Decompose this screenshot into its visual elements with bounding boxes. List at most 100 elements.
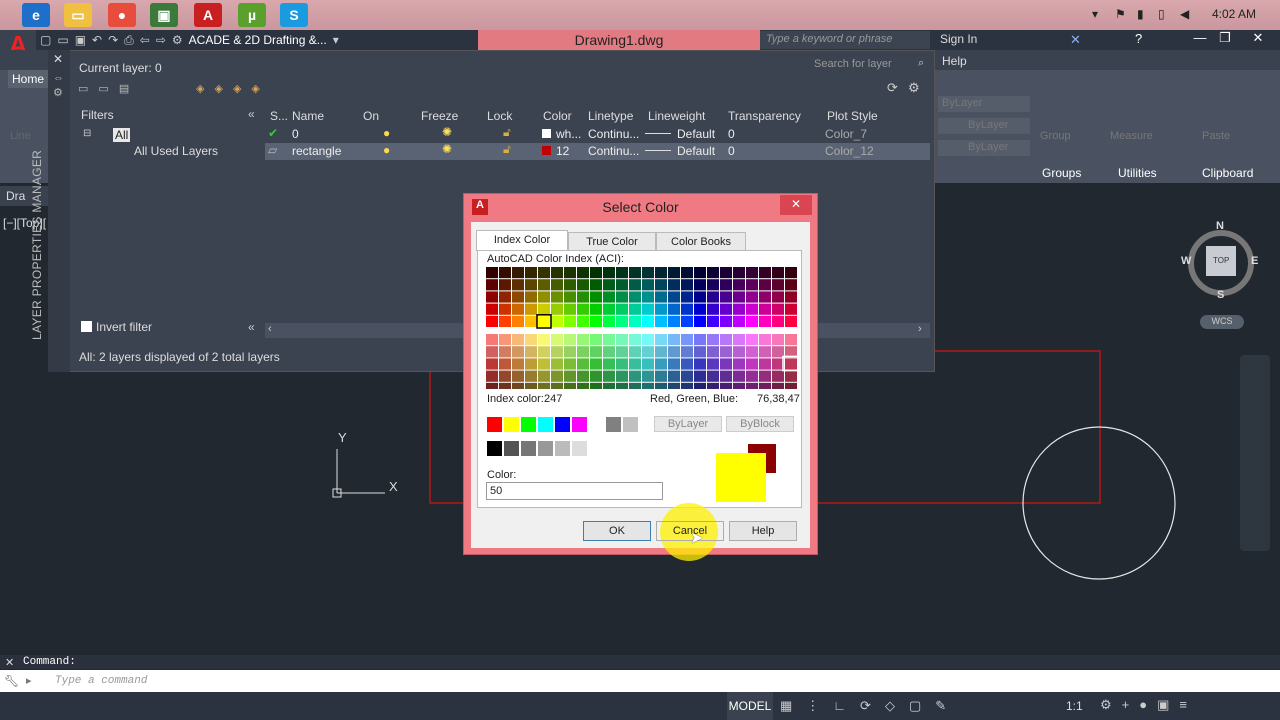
layer-linetype[interactable]: Continu... xyxy=(588,127,639,141)
color-swatch[interactable] xyxy=(555,441,570,456)
save-icon[interactable]: ▣ xyxy=(75,33,86,47)
layer-color-name[interactable]: 12 xyxy=(556,144,569,158)
snap-icon[interactable]: ⋮ xyxy=(806,698,833,713)
explorer-icon[interactable]: ▭ xyxy=(64,3,92,27)
layer-linetype[interactable]: Continu... xyxy=(588,144,639,158)
settings-icon[interactable]: ⚙ xyxy=(908,80,920,96)
ok-button[interactable]: OK xyxy=(583,521,651,541)
layer-name[interactable]: 0 xyxy=(292,127,299,141)
col-freeze[interactable]: Freeze xyxy=(421,109,458,123)
layer-name[interactable]: rectangle xyxy=(292,144,341,158)
aci-palette[interactable] xyxy=(486,267,798,389)
color-swatch[interactable] xyxy=(572,417,587,432)
color-swatch[interactable] xyxy=(521,417,536,432)
col-status[interactable]: S... xyxy=(270,109,288,123)
col-linetype[interactable]: Linetype xyxy=(588,109,633,123)
workspace-selector[interactable]: ACADE & 2D Drafting &... xyxy=(189,33,327,47)
collapse-filter-icon[interactable]: « xyxy=(248,320,255,334)
ribbon-group-utilities[interactable]: Utilities xyxy=(1118,166,1157,180)
lineweight-dropdown[interactable]: ByLayer xyxy=(938,140,1030,156)
unlock-icon[interactable]: 🔓︎ xyxy=(503,125,511,140)
layer-plot-style[interactable]: Color_12 xyxy=(825,144,874,158)
command-input[interactable]: Type a command xyxy=(55,675,147,687)
plot-icon[interactable]: ⎙ xyxy=(124,33,134,48)
col-name[interactable]: Name xyxy=(292,109,324,123)
refresh-icon[interactable]: ⟳ xyxy=(887,80,898,96)
color-swatch[interactable] xyxy=(487,441,502,456)
tab-true-color[interactable]: True Color xyxy=(568,232,656,251)
hardware-icon[interactable]: ▣ xyxy=(1157,697,1179,712)
layer-color-swatch[interactable] xyxy=(542,146,551,155)
layer-plot-style[interactable]: Color_7 xyxy=(825,127,867,141)
search-icon[interactable]: ⌕ xyxy=(918,57,924,70)
line-tool-label[interactable]: Line xyxy=(10,130,31,142)
filter-all[interactable]: All xyxy=(113,128,131,142)
osnap-icon[interactable]: ▢ xyxy=(909,698,935,713)
dialog-close-button[interactable]: ✕ xyxy=(780,195,812,215)
paste-tool-label[interactable]: Paste xyxy=(1202,130,1230,142)
bylayer-button[interactable]: ByLayer xyxy=(654,416,722,432)
help-search-input[interactable]: Type a keyword or phrase xyxy=(760,31,930,49)
gear-icon[interactable]: ⚙ xyxy=(53,86,63,99)
ribbon-group-clipboard[interactable]: Clipboard xyxy=(1202,166,1253,180)
plus-icon[interactable]: + xyxy=(1122,697,1140,712)
ie-icon[interactable]: e xyxy=(22,3,50,27)
layer-color-swatch[interactable] xyxy=(542,129,551,138)
color-swatch[interactable] xyxy=(589,441,604,456)
gear-icon[interactable]: ⚙ xyxy=(172,33,183,47)
annotation-icon[interactable]: ✎ xyxy=(935,698,960,713)
color-swatch[interactable] xyxy=(504,417,519,432)
delete-layer-icon[interactable]: ◈ xyxy=(233,83,251,95)
volume-icon[interactable]: ◀ xyxy=(1180,7,1189,21)
unlock-icon[interactable]: 🔓︎ xyxy=(503,142,511,157)
isodraft-icon[interactable]: ◇ xyxy=(885,698,909,713)
new-group-filter-icon[interactable]: ▭ xyxy=(98,83,118,95)
color-swatch[interactable] xyxy=(504,441,519,456)
battery-icon[interactable]: ▯ xyxy=(1158,7,1165,21)
help-button[interactable]: Help xyxy=(729,521,797,541)
ortho-icon[interactable]: ∟ xyxy=(833,698,860,713)
pin-icon[interactable]: ⇔ xyxy=(53,72,64,84)
linetype-dropdown[interactable]: ByLayer xyxy=(938,118,1030,134)
flag-icon[interactable]: ⚑ xyxy=(1115,7,1126,21)
tab-index-color[interactable]: Index Color xyxy=(476,230,568,251)
polar-icon[interactable]: ⟳ xyxy=(860,698,885,713)
new-layer-icon[interactable]: ◈ xyxy=(196,83,214,95)
back-icon[interactable]: ⇦ xyxy=(140,33,150,47)
lightbulb-icon[interactable]: ● xyxy=(383,126,390,140)
layer-states-icon[interactable]: ▤ xyxy=(119,83,139,95)
isolate-icon[interactable]: ● xyxy=(1139,697,1157,712)
command-line[interactable] xyxy=(0,670,1280,692)
command-prompt-icon[interactable]: ▸ xyxy=(26,674,32,687)
network-icon[interactable]: ▮ xyxy=(1137,7,1144,21)
col-on[interactable]: On xyxy=(363,109,379,123)
restore-button[interactable]: ❐ xyxy=(1210,30,1240,50)
color-swatch[interactable] xyxy=(606,417,621,432)
scroll-right-icon[interactable]: › xyxy=(918,323,922,335)
exchange-icon[interactable]: ✕ xyxy=(1070,32,1081,48)
ribbon-group-groups[interactable]: Groups xyxy=(1042,166,1081,180)
set-current-icon[interactable]: ◈ xyxy=(251,83,269,95)
group-tool-label[interactable]: Group xyxy=(1040,130,1071,142)
clock[interactable]: 4:02 AM xyxy=(1212,7,1256,21)
tree-collapse-icon[interactable]: ⊟ xyxy=(83,128,91,139)
new-icon[interactable]: ▢ xyxy=(40,33,51,47)
close-button[interactable]: ✕ xyxy=(1243,30,1273,50)
invert-filter-checkbox[interactable] xyxy=(81,321,92,332)
redo-icon[interactable]: ↷ xyxy=(108,33,118,47)
layer-search-input[interactable]: Search for layer xyxy=(810,57,930,73)
scroll-left-icon[interactable]: ‹ xyxy=(268,323,272,335)
layer-transparency[interactable]: 0 xyxy=(728,127,735,141)
col-transparency[interactable]: Transparency xyxy=(728,109,801,123)
tray-chevron-icon[interactable]: ▾ xyxy=(1092,7,1098,21)
forward-icon[interactable]: ⇨ xyxy=(156,33,166,47)
filter-all-used-layers[interactable]: All Used Layers xyxy=(134,144,218,158)
new-property-filter-icon[interactable]: ▭ xyxy=(78,83,98,95)
tab-help[interactable]: Help xyxy=(942,54,967,68)
utorrent-icon[interactable]: µ xyxy=(238,3,266,27)
col-lineweight[interactable]: Lineweight xyxy=(648,109,705,123)
viewcube-top-label[interactable]: TOP xyxy=(1213,256,1229,265)
skype-icon[interactable]: S xyxy=(280,3,308,27)
color-swatch[interactable] xyxy=(555,417,570,432)
compass-south[interactable]: S xyxy=(1217,289,1224,301)
